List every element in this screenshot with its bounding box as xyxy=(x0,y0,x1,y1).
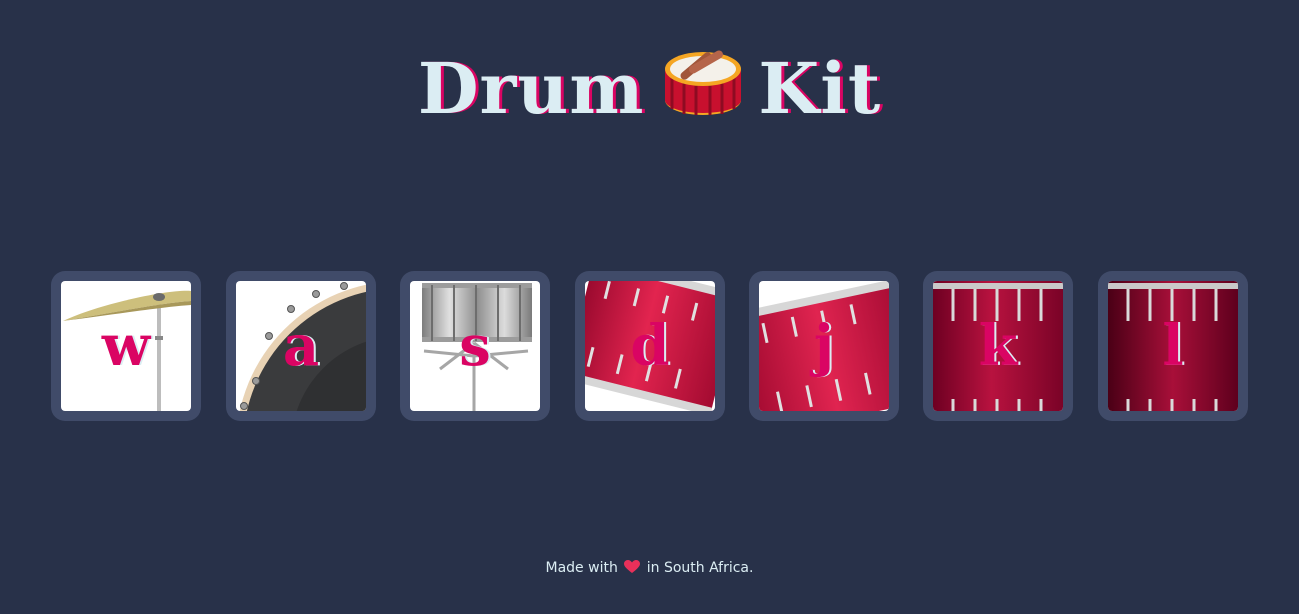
key-letter: k xyxy=(978,313,1018,379)
drum-face: j xyxy=(759,281,889,411)
heart-icon xyxy=(624,560,641,574)
drum-face: s xyxy=(410,281,540,411)
footer: Made with in South Africa. xyxy=(0,558,1299,578)
drum-key-l[interactable]: l xyxy=(1098,271,1248,421)
drum-face: a xyxy=(236,281,366,411)
drum-icon xyxy=(662,43,744,121)
drum-kit-page: Drum Kit w a s d j k l Made with in Sout… xyxy=(0,0,1299,614)
drum-face: w xyxy=(61,281,191,411)
drum-face: d xyxy=(585,281,715,411)
drum-key-a[interactable]: a xyxy=(226,271,376,421)
drum-key-d[interactable]: d xyxy=(575,271,725,421)
drum-key-j[interactable]: j xyxy=(749,271,899,421)
drum-face: l xyxy=(1108,281,1238,411)
title-word-kit: Kit xyxy=(758,47,882,130)
drum-key-w[interactable]: w xyxy=(51,271,201,421)
drum-set: w a s d j k l xyxy=(51,271,1248,421)
footer-text-before: Made with xyxy=(545,560,618,576)
title-word-drum: Drum xyxy=(417,47,645,130)
page-title: Drum Kit xyxy=(0,42,1299,136)
drum-face: k xyxy=(933,281,1063,411)
drum-key-s[interactable]: s xyxy=(400,271,550,421)
key-letter: l xyxy=(1162,313,1184,379)
key-letter: j xyxy=(813,313,835,379)
key-letter: d xyxy=(630,313,670,379)
key-letter: s xyxy=(459,313,491,379)
key-letter: a xyxy=(282,313,320,379)
key-letter: w xyxy=(101,313,151,379)
footer-text-after: in South Africa. xyxy=(646,560,754,576)
drum-key-k[interactable]: k xyxy=(923,271,1073,421)
